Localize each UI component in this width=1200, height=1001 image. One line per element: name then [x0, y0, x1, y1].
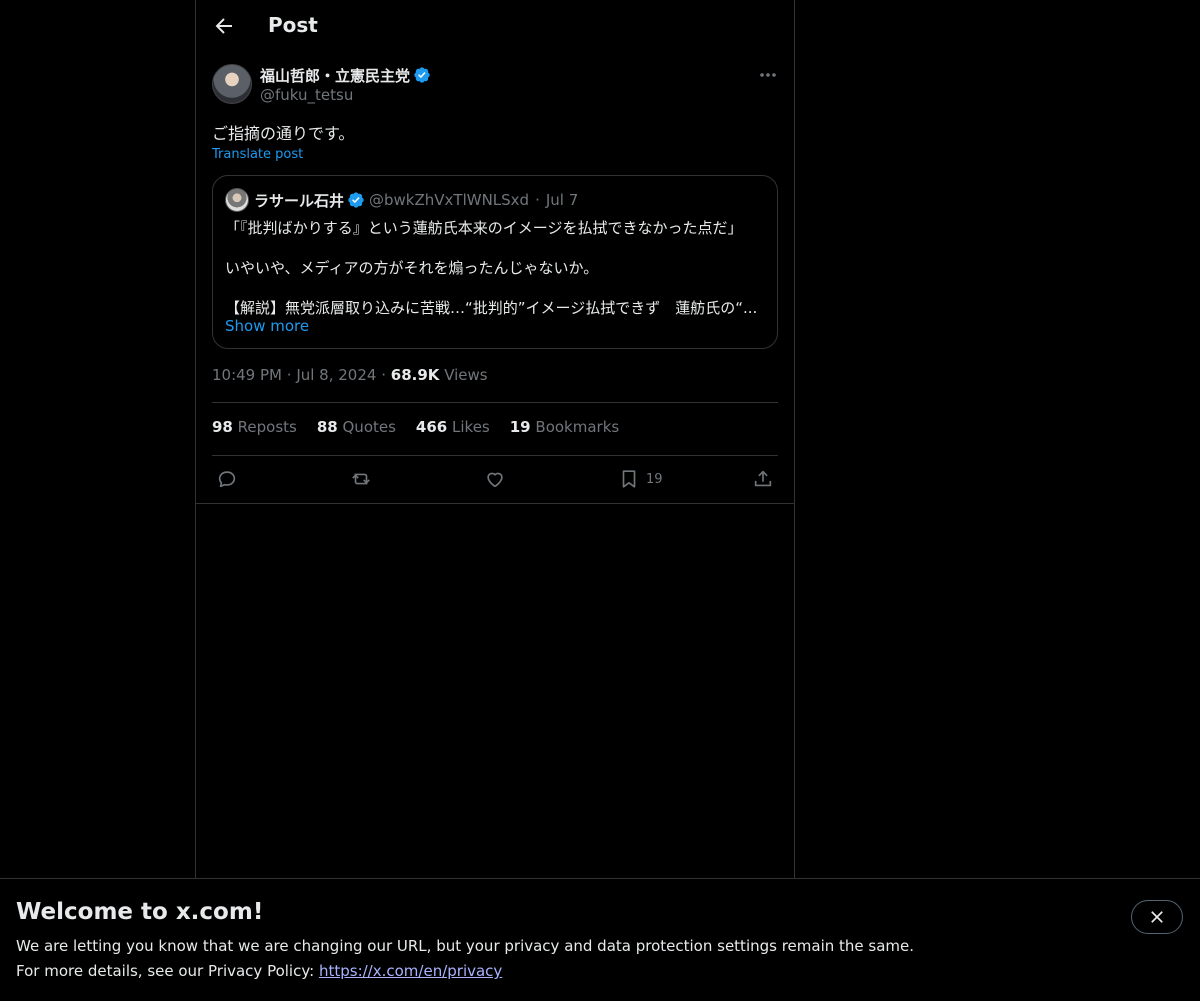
likes-count: 466 [415, 418, 448, 436]
quotes-count: 88 [316, 418, 338, 436]
divider [212, 455, 778, 456]
quoted-author-name: ラサール石井 [254, 191, 345, 210]
engagement-stats: 98 Reposts 88 Quotes 466 Likes 19 Bookma… [212, 418, 619, 440]
close-icon [1151, 911, 1163, 923]
repost-icon [352, 473, 370, 485]
separator-dot: · [381, 366, 391, 384]
repost-button[interactable] [350, 466, 372, 492]
separator-dot: · [535, 191, 540, 209]
post-metadata: 10:49 PM · Jul 8, 2024 · 68.9K Views [212, 366, 488, 384]
quoted-author-avatar [225, 188, 249, 212]
close-banner-button[interactable] [1131, 900, 1183, 934]
page-header: Post [196, 0, 794, 53]
reposts-count: 98 [212, 418, 233, 436]
bookmark-count: 19 [646, 471, 663, 487]
verified-badge-icon [414, 67, 430, 83]
quoted-post[interactable]: ラサール石井 @bwkZhVxTlWNLSxd · Jul 7 「『批判ばかりす… [212, 175, 778, 349]
reply-button[interactable] [216, 466, 238, 492]
post-text: ご指摘の通りです。 [212, 124, 355, 143]
page-title: Post [268, 13, 318, 37]
reposts-stat[interactable]: 98 Reposts [212, 418, 297, 440]
bookmark-button[interactable]: 19 [618, 466, 663, 492]
translate-post-link[interactable]: Translate post [212, 147, 303, 162]
bookmarks-stat[interactable]: 19 Bookmarks [510, 418, 619, 440]
quoted-post-header: ラサール石井 @bwkZhVxTlWNLSxd · Jul 7 [254, 189, 578, 211]
bookmarks-count: 19 [509, 418, 531, 436]
primary-column: Post 福山哲郎・立憲民主党 @fuku_tetsu ご指摘の通りです。 Tr… [195, 0, 795, 878]
show-more-link[interactable]: Show more [225, 317, 309, 335]
divider [196, 503, 794, 504]
banner-privacy-text: For more details, see our Privacy Policy… [16, 962, 315, 980]
separator-dot: · [286, 366, 297, 384]
post-time[interactable]: 10:49 PM [212, 366, 282, 384]
privacy-policy-link[interactable]: https://x.com/en/privacy [319, 962, 502, 980]
like-button[interactable] [484, 466, 506, 492]
like-icon [487, 472, 503, 488]
author-avatar[interactable] [212, 64, 252, 104]
reply-icon [218, 471, 236, 488]
divider [212, 402, 778, 403]
reposts-label: Reposts [237, 418, 297, 436]
post-date[interactable]: Jul 8, 2024 [296, 366, 376, 384]
quoted-post-date: Jul 7 [545, 191, 579, 209]
author-display-name[interactable]: 福山哲郎・立憲民主党 [260, 65, 410, 86]
views-count: 68.9K [390, 366, 440, 384]
quotes-label: Quotes [342, 418, 396, 436]
url-change-banner: Welcome to x.com! We are letting you kno… [0, 878, 1200, 1001]
more-icon[interactable] [757, 64, 779, 86]
quoted-text-line: 【解説】無党派層取り込みに苦戦…“批判的”イメージ払拭できず 蓮舫氏の“... [225, 299, 758, 317]
views-label: Views [444, 366, 488, 384]
verified-badge-icon [348, 192, 364, 208]
likes-label: Likes [452, 418, 490, 436]
author-name-row: 福山哲郎・立憲民主党 [260, 64, 431, 86]
bookmarks-label: Bookmarks [535, 418, 620, 436]
likes-stat[interactable]: 466 Likes [416, 418, 490, 440]
banner-text: We are letting you know that we are chan… [16, 937, 915, 955]
banner-title: Welcome to x.com! [16, 899, 264, 925]
back-arrow-icon[interactable] [212, 14, 236, 38]
share-icon [754, 470, 772, 487]
banner-text-privacy: For more details, see our Privacy Policy… [16, 962, 502, 980]
share-button[interactable] [752, 466, 774, 492]
quoted-text-line: いやいや、メディアの方がそれを煽ったんじゃないか。 [225, 259, 599, 277]
author-handle[interactable]: @fuku_tetsu [260, 86, 353, 104]
quotes-stat[interactable]: 88 Quotes [317, 418, 396, 440]
quoted-author-handle: @bwkZhVxTlWNLSxd [369, 191, 530, 209]
quoted-text-line: 「『批判ばかりする』という蓮舫氏本来のイメージを払拭できなかった点だ」 [225, 219, 743, 237]
action-bar: 19 [212, 466, 778, 492]
bookmark-icon [622, 470, 636, 488]
